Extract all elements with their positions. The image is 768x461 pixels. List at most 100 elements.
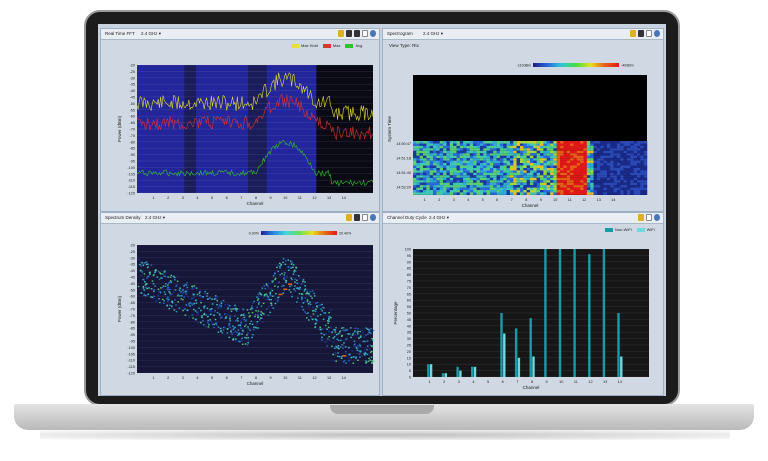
heat-cell xyxy=(610,190,614,193)
density-cell xyxy=(337,332,340,335)
density-cell xyxy=(308,290,310,293)
heat-cell xyxy=(433,187,437,191)
heat-cell xyxy=(600,190,604,193)
heat-cell xyxy=(479,155,484,159)
heat-cell xyxy=(620,168,624,171)
heat-cell xyxy=(546,153,551,156)
band-select[interactable]: 2.4 GHz ▾ xyxy=(429,213,449,223)
heat-cell xyxy=(433,168,437,171)
folder-icon[interactable] xyxy=(346,214,352,221)
heat-cell xyxy=(530,145,534,149)
document-icon[interactable] xyxy=(646,214,652,221)
density-cell xyxy=(332,337,335,339)
density-cell xyxy=(237,317,239,320)
density-cell xyxy=(316,306,318,308)
folder-icon[interactable] xyxy=(630,30,636,37)
heat-cell xyxy=(436,165,440,168)
heat-cell xyxy=(623,143,628,146)
heat-cell xyxy=(623,180,628,183)
document-icon[interactable] xyxy=(646,30,652,37)
heat-cell xyxy=(583,163,588,166)
grid-icon[interactable] xyxy=(638,30,644,37)
heat-cell xyxy=(446,177,450,181)
heat-cell xyxy=(533,155,537,159)
band-select[interactable]: 2.4 GHz ▾ xyxy=(141,29,161,39)
heat-cell xyxy=(486,148,491,151)
heat-cell xyxy=(610,170,614,173)
document-icon[interactable] xyxy=(362,214,368,221)
app-screen: Real Time FFT 2.4 GHz ▾ Max Hold Max Avg… xyxy=(98,24,666,396)
heat-cell xyxy=(553,168,557,171)
y-tick-label: -95 xyxy=(130,160,136,164)
band-select[interactable]: 2.4 GHz ▾ xyxy=(423,29,443,39)
grid-icon[interactable] xyxy=(354,214,360,221)
folder-icon[interactable] xyxy=(638,214,644,221)
settings-icon[interactable] xyxy=(370,30,376,37)
x-tick-label: 11 xyxy=(298,376,302,380)
heat-cell xyxy=(533,190,537,193)
x-tick-label: 12 xyxy=(582,198,586,202)
heat-cell xyxy=(486,153,491,156)
x-tick-label: 1 xyxy=(152,376,154,380)
document-icon[interactable] xyxy=(362,30,368,37)
y-tick-label: -90 xyxy=(130,153,136,157)
density-cell xyxy=(270,287,273,290)
settings-icon[interactable] xyxy=(370,214,376,221)
heat-cell xyxy=(626,163,631,166)
heat-cell xyxy=(570,160,574,164)
x-tick-label: 6 xyxy=(226,196,228,200)
density-cell xyxy=(358,343,361,346)
y-tick-label: 20 xyxy=(407,350,411,354)
heat-cell xyxy=(509,141,514,144)
density-cell xyxy=(193,296,195,298)
heat-cell xyxy=(593,177,598,181)
band-select[interactable]: 2.4 GHz ▾ xyxy=(145,213,165,223)
y-tick-label: -70 xyxy=(130,128,136,132)
heat-cell xyxy=(489,185,494,188)
heat-cell xyxy=(576,190,581,193)
density-cell xyxy=(363,353,365,355)
heat-cell xyxy=(573,141,578,144)
heat-cell xyxy=(573,165,578,168)
heat-cell xyxy=(536,177,541,181)
heat-cell xyxy=(596,160,601,164)
save-icon[interactable] xyxy=(346,30,352,37)
density-cell xyxy=(171,300,173,302)
heat-cell xyxy=(640,145,644,149)
heat-cell xyxy=(503,182,507,186)
time-tick-label: 14:50:47 xyxy=(396,142,411,146)
density-cell xyxy=(355,347,358,349)
heat-cell xyxy=(466,153,471,156)
heat-cell xyxy=(546,150,551,154)
density-cell xyxy=(302,309,305,311)
density-cell xyxy=(252,302,254,304)
grid-icon[interactable] xyxy=(354,30,360,37)
heat-cell xyxy=(476,153,481,156)
heat-cell xyxy=(433,165,437,168)
heat-cell xyxy=(526,143,531,146)
heat-cell xyxy=(433,190,437,193)
heat-cell xyxy=(540,160,544,164)
heat-cell xyxy=(610,168,614,171)
heat-cell xyxy=(603,153,608,156)
heat-cell xyxy=(596,170,601,173)
settings-icon[interactable] xyxy=(654,214,660,221)
heat-cell xyxy=(613,168,618,171)
density-cell xyxy=(216,304,218,306)
heat-cell xyxy=(483,175,487,178)
density-cell xyxy=(247,337,250,339)
density-cell xyxy=(177,295,179,297)
density-cell xyxy=(241,333,243,335)
folder-icon[interactable] xyxy=(338,30,344,37)
density-cell xyxy=(366,345,369,347)
heat-cell xyxy=(596,182,601,186)
heat-cell xyxy=(479,150,484,154)
settings-icon[interactable] xyxy=(654,30,660,37)
heat-cell xyxy=(436,163,440,166)
heat-cell xyxy=(503,150,507,154)
density-cell xyxy=(257,311,259,314)
heat-cell xyxy=(416,175,420,178)
heat-cell xyxy=(643,187,648,191)
heat-cell xyxy=(459,182,464,186)
heat-cell xyxy=(509,143,514,146)
